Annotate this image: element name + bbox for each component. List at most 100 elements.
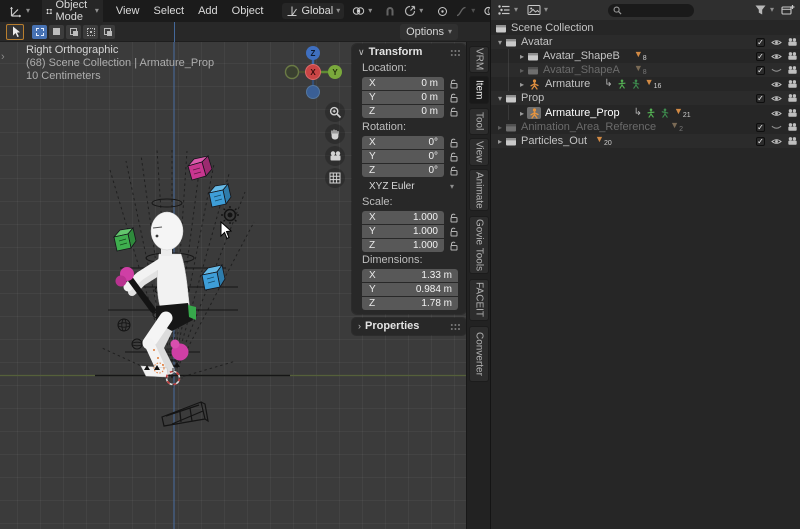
menu-select[interactable]: Select <box>146 3 191 19</box>
transform-orientation-dropdown[interactable]: Global ▾ <box>282 3 344 19</box>
exclude-checkbox[interactable]: ✓ <box>755 136 766 147</box>
exclude-checkbox[interactable]: ✓ <box>755 37 766 48</box>
hide-viewport-toggle[interactable] <box>771 108 782 119</box>
outliner-editor-icon[interactable] <box>497 4 511 16</box>
camera-view-button[interactable] <box>325 146 345 166</box>
rotation-mode-dropdown[interactable]: XYZ Euler ▾ <box>362 180 458 193</box>
disable-render-toggle[interactable] <box>787 65 798 76</box>
menu-add[interactable]: Add <box>191 3 225 19</box>
lock-icon[interactable] <box>448 211 460 224</box>
outliner-row-animation-area-reference[interactable]: ▸ Animation_Area_Reference ▼2 ✓ <box>491 120 800 134</box>
hide-viewport-toggle[interactable] <box>771 93 782 104</box>
properties-panel-header[interactable]: › Properties <box>358 320 419 332</box>
snap-settings-dropdown[interactable]: ▾ <box>400 3 427 19</box>
select-mode-extend-button[interactable] <box>49 25 64 39</box>
hide-viewport-toggle[interactable] <box>771 122 782 133</box>
filter-funnel-icon[interactable] <box>754 4 767 16</box>
navigation-gizmo[interactable]: Z Y X <box>283 44 347 108</box>
disable-render-toggle[interactable] <box>787 93 798 104</box>
disable-render-toggle[interactable] <box>787 108 798 119</box>
tab-view[interactable]: View <box>469 138 489 166</box>
disclosure-icon[interactable]: ▸ <box>517 80 527 89</box>
lock-icon[interactable] <box>448 239 460 252</box>
hide-viewport-toggle[interactable] <box>771 65 782 76</box>
select-mode-subtract-button[interactable] <box>66 25 81 39</box>
disable-render-toggle[interactable] <box>787 136 798 147</box>
lock-icon[interactable] <box>448 136 460 149</box>
hide-viewport-toggle[interactable] <box>771 136 782 147</box>
location-y-field[interactable]: Y 0 m <box>362 91 444 104</box>
transform-panel-header[interactable]: ∨ Transform <box>358 46 422 58</box>
proportional-falloff-dropdown[interactable]: ▾ <box>452 4 479 19</box>
disclosure-icon[interactable]: ▸ <box>495 123 505 132</box>
outliner-row-avatar[interactable]: ▾ Avatar ✓ <box>491 35 800 49</box>
tab-item[interactable]: Item <box>469 76 489 104</box>
chevron-down-icon[interactable]: ▾ <box>770 6 774 14</box>
lock-icon[interactable] <box>448 225 460 238</box>
panel-drag-handle[interactable] <box>450 49 461 57</box>
location-x-field[interactable]: X 0 m <box>362 77 444 90</box>
lock-icon[interactable] <box>448 164 460 177</box>
scale-z-field[interactable]: Z 1.000 <box>362 239 444 252</box>
outliner-row-scene-collection[interactable]: Scene Collection <box>491 21 800 35</box>
search-input[interactable] <box>625 5 685 15</box>
exclude-checkbox[interactable]: ✓ <box>755 51 766 62</box>
outliner-row-armature-prop[interactable]: ▸ Armature_Prop ↳ ▼21 <box>491 106 800 120</box>
tab-tool[interactable]: Tool <box>469 108 489 135</box>
lock-icon[interactable] <box>448 105 460 118</box>
disclosure-icon[interactable]: ▾ <box>495 94 505 103</box>
disclosure-icon[interactable]: ▸ <box>517 66 527 75</box>
tab-faceit[interactable]: FACEIT <box>469 279 489 321</box>
pan-button[interactable] <box>325 124 345 144</box>
editor-type-button[interactable]: ▾ <box>5 3 34 20</box>
exclude-checkbox[interactable]: ✓ <box>755 65 766 76</box>
tab-animate[interactable]: Animate <box>469 169 489 211</box>
orthographic-toggle-button[interactable] <box>325 168 345 188</box>
select-box-tool-button[interactable] <box>6 24 24 40</box>
outliner-search[interactable] <box>608 4 694 17</box>
rotation-y-field[interactable]: Y 0° <box>362 150 444 163</box>
dimensions-x-field[interactable]: X 1.33 m <box>362 269 458 282</box>
outliner-row-armature[interactable]: ▸ Armature ↳ ▼16 <box>491 77 800 91</box>
rotation-x-field[interactable]: X 0° <box>362 136 444 149</box>
disclosure-icon[interactable]: ▸ <box>517 52 527 61</box>
snap-toggle-button[interactable] <box>380 3 400 19</box>
scale-x-field[interactable]: X 1.000 <box>362 211 444 224</box>
lock-icon[interactable] <box>448 77 460 90</box>
proportional-editing-button[interactable] <box>433 4 452 19</box>
exclude-checkbox[interactable]: ✓ <box>755 93 766 104</box>
disclosure-icon[interactable]: ▸ <box>517 109 527 118</box>
hide-viewport-toggle[interactable] <box>771 37 782 48</box>
select-mode-set-button[interactable] <box>32 25 47 39</box>
disable-render-toggle[interactable] <box>787 79 798 90</box>
menu-view[interactable]: View <box>109 3 147 19</box>
select-mode-invert-button[interactable] <box>83 25 98 39</box>
outliner-row-avatar-shapeb[interactable]: ▸ Avatar_ShapeB ▼8 ✓ <box>491 49 800 63</box>
menu-object[interactable]: Object <box>225 3 271 19</box>
mode-dropdown[interactable]: Object Mode ▾ <box>42 0 103 25</box>
outliner-row-prop[interactable]: ▾ Prop ✓ <box>491 91 800 105</box>
chevron-down-icon[interactable]: ▾ <box>544 6 548 14</box>
disclosure-icon[interactable]: ▸ <box>495 137 505 146</box>
location-z-field[interactable]: Z 0 m <box>362 105 444 118</box>
disable-render-toggle[interactable] <box>787 51 798 62</box>
tab-vrm[interactable]: VRM <box>469 46 489 73</box>
sidebar-properties-panel[interactable]: › Properties <box>352 318 466 335</box>
hide-viewport-toggle[interactable] <box>771 51 782 62</box>
toolbar-expand-icon[interactable]: › <box>1 51 5 63</box>
hide-viewport-toggle[interactable] <box>771 79 782 90</box>
options-dropdown[interactable]: Options ▾ <box>400 24 458 40</box>
lock-icon[interactable] <box>448 91 460 104</box>
rotation-z-field[interactable]: Z 0° <box>362 164 444 177</box>
panel-drag-handle[interactable] <box>450 323 461 331</box>
dimensions-y-field[interactable]: Y 0.984 m <box>362 283 458 296</box>
zoom-button[interactable] <box>325 102 345 122</box>
pivot-point-dropdown[interactable]: ▾ <box>348 3 376 19</box>
chevron-down-icon[interactable]: ▾ <box>514 6 518 14</box>
disable-render-toggle[interactable] <box>787 37 798 48</box>
outliner-row-avatar-shapea[interactable]: ▸ Avatar_ShapeA ▼8 ✓ <box>491 63 800 77</box>
lock-icon[interactable] <box>448 150 460 163</box>
display-mode-icon[interactable] <box>527 4 541 16</box>
viewport-3d[interactable]: Right Orthographic (68) Scene Collection… <box>0 42 466 529</box>
tab-govie-tools[interactable]: Govie Tools <box>469 216 489 274</box>
